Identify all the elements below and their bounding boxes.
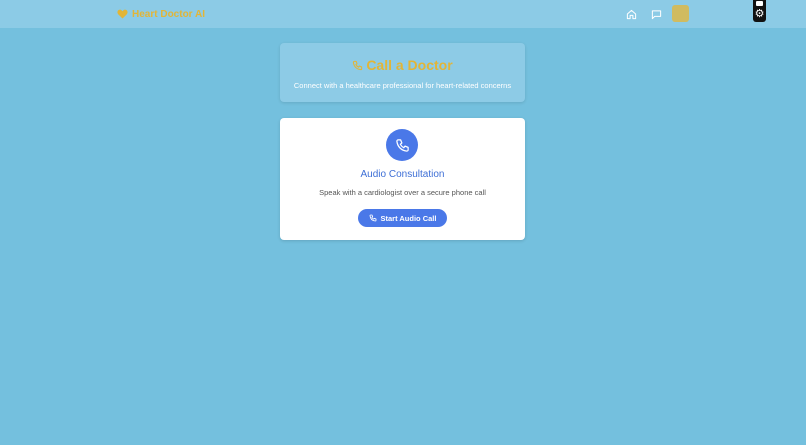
heart-icon xyxy=(117,9,128,19)
brand-link[interactable]: Heart Doctor AI xyxy=(117,7,205,21)
brand-name: Heart Doctor AI xyxy=(132,8,205,20)
page-header-card: Call a Doctor Connect with a healthcare … xyxy=(280,43,525,102)
consultation-description: Speak with a cardiologist over a secure … xyxy=(319,188,486,197)
start-audio-call-label: Start Audio Call xyxy=(380,213,437,223)
chat-icon[interactable] xyxy=(649,7,663,21)
audio-consultation-card: Audio Consultation Speak with a cardiolo… xyxy=(280,118,525,240)
top-navbar: Heart Doctor AI ⚙ xyxy=(0,0,806,28)
consultation-title: Audio Consultation xyxy=(360,169,445,180)
widget-indicator xyxy=(756,1,763,6)
page-title-text: Call a Doctor xyxy=(366,57,453,73)
start-audio-call-button[interactable]: Start Audio Call xyxy=(358,209,447,227)
user-avatar[interactable] xyxy=(672,5,689,22)
page-title: Call a Doctor xyxy=(280,57,525,73)
phone-icon xyxy=(369,214,376,222)
settings-widget[interactable]: ⚙ xyxy=(753,0,766,22)
gear-icon[interactable]: ⚙ xyxy=(754,9,765,20)
page-subtitle: Connect with a healthcare professional f… xyxy=(293,81,512,90)
home-icon[interactable] xyxy=(624,7,638,21)
phone-icon xyxy=(386,129,418,161)
phone-icon xyxy=(353,60,363,70)
